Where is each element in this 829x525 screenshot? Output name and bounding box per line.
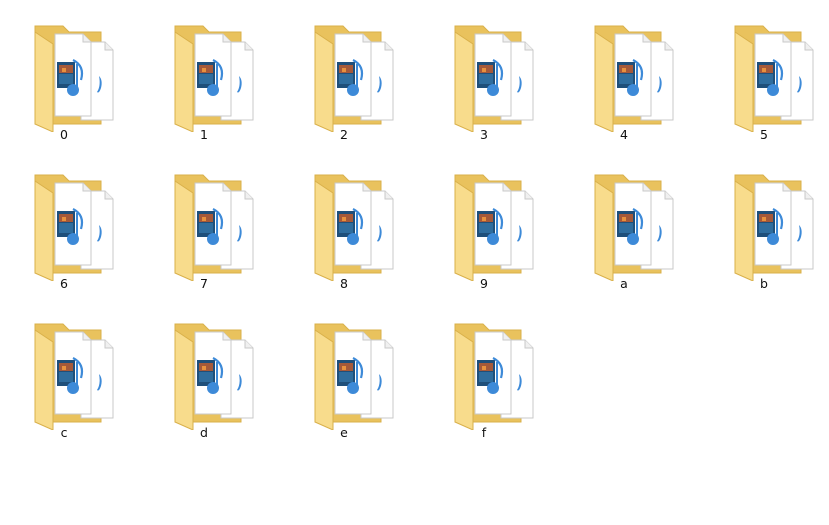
folder-label: 0: [60, 127, 68, 142]
folder-item-7[interactable]: 7: [154, 155, 274, 295]
folder-icon: [449, 314, 545, 430]
folder-item-8[interactable]: 8: [294, 155, 414, 295]
folder-icon: [589, 165, 685, 281]
folder-item-5[interactable]: 5: [714, 6, 829, 146]
folder-label: 1: [200, 127, 208, 142]
folder-label: 2: [340, 127, 348, 142]
folder-view: 0 1 2 3 4 5 6 7 8 9 a b c d e f: [0, 0, 829, 525]
folder-item-1[interactable]: 1: [154, 6, 274, 146]
folder-label: d: [200, 425, 208, 440]
folder-label: 5: [760, 127, 768, 142]
folder-label: 9: [480, 276, 488, 291]
folder-label: 3: [480, 127, 488, 142]
folder-icon: [449, 16, 545, 132]
folder-label: c: [60, 425, 68, 440]
folder-item-e[interactable]: e: [294, 304, 414, 444]
folder-item-c[interactable]: c: [14, 304, 134, 444]
folder-icon: [589, 16, 685, 132]
folder-icon: [309, 165, 405, 281]
folder-label: 7: [200, 276, 208, 291]
folder-item-2[interactable]: 2: [294, 6, 414, 146]
folder-item-b[interactable]: b: [714, 155, 829, 295]
folder-item-3[interactable]: 3: [434, 6, 554, 146]
folder-icon: [729, 16, 825, 132]
folder-label: 8: [340, 276, 348, 291]
folder-icon: [309, 314, 405, 430]
folder-icon: [29, 314, 125, 430]
folder-label: a: [620, 276, 628, 291]
folder-label: 6: [60, 276, 68, 291]
folder-icon: [29, 16, 125, 132]
folder-item-a[interactable]: a: [574, 155, 694, 295]
folder-item-0[interactable]: 0: [14, 6, 134, 146]
folder-label: e: [340, 425, 348, 440]
folder-label: f: [481, 425, 487, 440]
folder-item-f[interactable]: f: [434, 304, 554, 444]
folder-label: b: [760, 276, 768, 291]
folder-item-d[interactable]: d: [154, 304, 274, 444]
folder-item-6[interactable]: 6: [14, 155, 134, 295]
folder-item-9[interactable]: 9: [434, 155, 554, 295]
folder-icon: [169, 16, 265, 132]
folder-icon: [29, 165, 125, 281]
folder-item-4[interactable]: 4: [574, 6, 694, 146]
folder-icon: [449, 165, 545, 281]
folder-label: 4: [620, 127, 628, 142]
folder-icon: [729, 165, 825, 281]
folder-icon: [309, 16, 405, 132]
folder-icon: [169, 314, 265, 430]
folder-icon: [169, 165, 265, 281]
